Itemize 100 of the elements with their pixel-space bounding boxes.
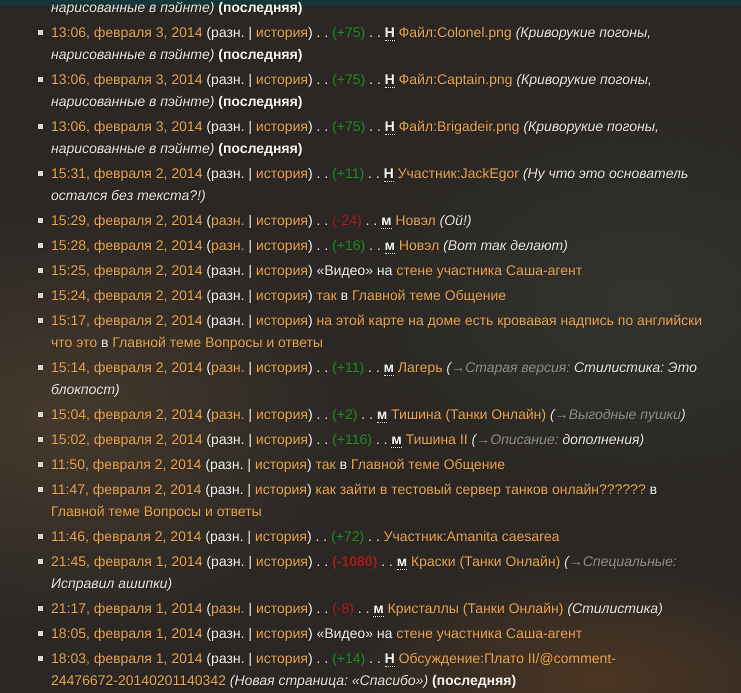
page-link[interactable]: на этой карте на доме есть кровавая надпись по английски — [316, 312, 702, 328]
text: . . — [367, 528, 381, 544]
page-link[interactable]: Участник:Amanita caesarea — [384, 528, 560, 544]
timestamp-link[interactable]: 15:17, февраля 2, 2014 — [51, 312, 202, 328]
diff-link[interactable]: разн. — [211, 600, 245, 616]
page-link[interactable]: Кристаллы (Танки Онлайн) — [384, 600, 564, 616]
timestamp-link[interactable]: 21:45, февраля 1, 2014 — [51, 553, 202, 569]
page-link[interactable]: Файл:Colonel.png — [394, 24, 512, 40]
history-link[interactable]: история — [256, 312, 308, 328]
text: (разн. | — [205, 312, 254, 328]
section-link[interactable]: →Выгодные пушки — [554, 406, 681, 422]
timestamp-link[interactable]: 21:17, февраля 1, 2014 — [51, 600, 202, 616]
text: ) — [308, 312, 314, 328]
page-link[interactable]: Главной теме Общение — [352, 287, 506, 303]
timestamp-link[interactable]: 15:24, февраля 2, 2014 — [51, 287, 202, 303]
timestamp-link[interactable]: 15:04, февраля 2, 2014 — [51, 406, 202, 422]
page-link[interactable]: Лагерь — [394, 359, 443, 375]
page-link[interactable]: Тишина (Танки Онлайн) — [387, 406, 546, 422]
timestamp-link[interactable]: 13:06, февраля 3, 2014 — [51, 118, 202, 134]
section-link[interactable]: →Описание: — [476, 431, 559, 447]
history-link[interactable]: история — [256, 600, 308, 616]
page-link[interactable]: так — [316, 287, 337, 303]
size-change: (+16) — [332, 237, 366, 253]
timestamp-link[interactable]: 15:14, февраля 2, 2014 — [51, 359, 202, 375]
page-link[interactable]: Новэл — [395, 237, 440, 253]
history-link[interactable]: история — [256, 431, 308, 447]
page-link[interactable]: как зайти в тестовый сервер танков онлайн?????? — [316, 481, 646, 497]
text: . . — [368, 118, 382, 134]
timestamp-link[interactable]: 15:25, февраля 2, 2014 — [51, 262, 202, 278]
text: (разн. | — [205, 24, 254, 40]
page-link[interactable]: Главной теме Вопросы и ответы — [51, 503, 262, 519]
size-change: (+11) — [332, 165, 364, 181]
edit-summary: ( — [548, 406, 555, 422]
size-change: (+116) — [332, 431, 372, 447]
diff-link[interactable]: разн. — [211, 406, 245, 422]
history-link[interactable]: история — [254, 528, 307, 544]
text: ( — [205, 406, 212, 422]
history-link[interactable]: история — [256, 212, 308, 228]
text: . . — [368, 237, 382, 253]
page-link[interactable]: Тишина II — [402, 431, 468, 447]
text: ) . . — [308, 165, 330, 181]
history-link[interactable]: история — [256, 71, 308, 87]
text: | — [247, 212, 254, 228]
history-link[interactable]: история — [256, 625, 308, 641]
history-link[interactable]: история — [256, 406, 308, 422]
size-change: (+14) — [332, 650, 366, 666]
edit-flag: м — [391, 431, 402, 448]
history-link[interactable]: история — [256, 262, 308, 278]
history-link[interactable]: история — [256, 287, 308, 303]
page-link[interactable]: 24476672-20140201140342 — [51, 672, 226, 688]
page-link[interactable]: Новэл — [392, 212, 436, 228]
history-link[interactable]: история — [256, 165, 308, 181]
timestamp-link[interactable]: 18:05, февраля 1, 2014 — [51, 625, 202, 641]
diff-link[interactable]: разн. — [211, 359, 245, 375]
page-link[interactable]: стене участника Саша-агент — [396, 625, 582, 641]
text: (разн. | — [205, 118, 254, 134]
page-link[interactable]: Файл:Brigadeir.png — [394, 118, 520, 134]
text: ) — [306, 456, 313, 472]
size-change: (+72) — [331, 528, 364, 544]
history-link[interactable]: история — [254, 456, 307, 472]
text: . . — [364, 212, 378, 228]
edit-summary: (Новая страница: «Спасибо») — [228, 672, 428, 688]
history-link[interactable]: история — [256, 359, 308, 375]
page-link[interactable]: Главной теме Общение — [350, 456, 506, 472]
text: . . — [356, 600, 370, 616]
timestamp-link[interactable]: 18:03, февраля 1, 2014 — [51, 650, 202, 666]
diff-link[interactable]: разн. — [211, 237, 245, 253]
timestamp-link[interactable]: 13:06, февраля 3, 2014 — [51, 24, 202, 40]
history-link[interactable]: история — [256, 118, 308, 134]
timestamp-link[interactable]: 15:28, февраля 2, 2014 — [51, 237, 202, 253]
history-link[interactable]: история — [256, 237, 308, 253]
text: . . — [380, 553, 394, 569]
page-link[interactable]: что это — [51, 334, 98, 350]
page-link[interactable]: стене участника Саша-агент — [396, 262, 582, 278]
history-link[interactable]: история — [256, 553, 308, 569]
page-link[interactable]: так — [316, 456, 336, 472]
timestamp-link[interactable]: 11:46, февраля 2, 2014 — [51, 528, 202, 544]
timestamp-link[interactable]: 11:47, февраля 2, 2014 — [51, 481, 202, 497]
section-link[interactable]: →Специальные: — [568, 553, 677, 569]
text: ) . . — [308, 24, 330, 40]
page-link[interactable]: Обсуждение:Плато II/@comment- — [394, 650, 616, 666]
page-link[interactable]: Файл:Captain.png — [394, 71, 512, 87]
edit-summary: дополнения) — [561, 431, 644, 447]
text: | — [247, 600, 254, 616]
history-link[interactable]: история — [256, 650, 308, 666]
timestamp-link[interactable]: 11:50, февраля 2, 2014 — [51, 456, 202, 472]
text: ( — [205, 237, 212, 253]
diff-link[interactable]: разн. — [211, 212, 245, 228]
edit-summary: (Криворукие погоны, — [522, 118, 659, 134]
text: ) . . — [308, 600, 330, 616]
page-link[interactable]: Участник:JackEgor — [394, 165, 519, 181]
timestamp-link[interactable]: 13:06, февраля 3, 2014 — [51, 71, 202, 87]
section-link[interactable]: →Старая версия: — [451, 359, 570, 375]
page-link[interactable]: Краски (Танки Онлайн) — [407, 553, 560, 569]
page-link[interactable]: Главной теме Вопросы и ответы — [112, 334, 323, 350]
timestamp-link[interactable]: 15:31, февраля 2, 2014 — [51, 165, 202, 181]
timestamp-link[interactable]: 15:29, февраля 2, 2014 — [51, 212, 202, 228]
history-link[interactable]: история — [254, 481, 307, 497]
timestamp-link[interactable]: 15:02, февраля 2, 2014 — [51, 431, 202, 447]
history-link[interactable]: история — [256, 24, 308, 40]
